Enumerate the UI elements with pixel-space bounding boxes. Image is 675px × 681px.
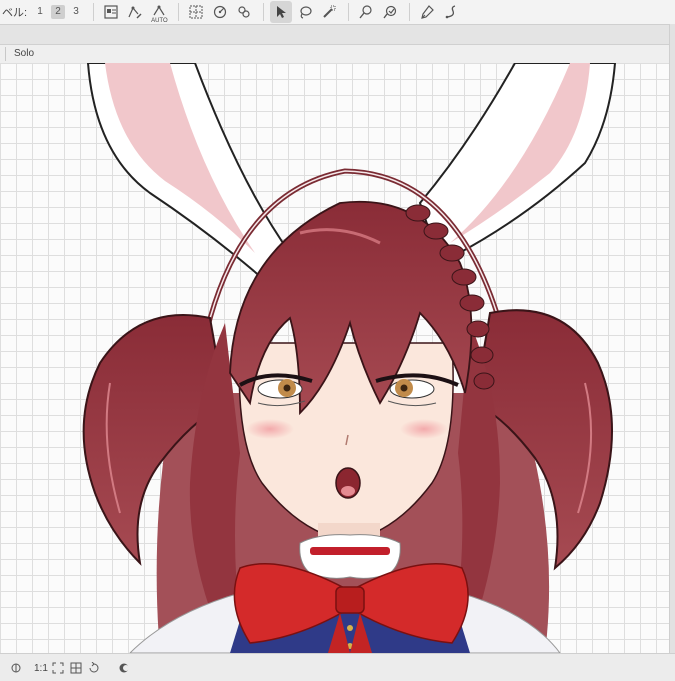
reset-view-icon[interactable] [88, 662, 100, 674]
auto-mesh-tool-button[interactable]: AUTO [148, 1, 170, 24]
brush-icon [323, 5, 336, 18]
right-scroll-edge[interactable] [669, 24, 675, 654]
pen-icon [421, 5, 434, 19]
glue-icon [238, 6, 250, 18]
toolbar-divider [263, 3, 265, 21]
toolbar-divider [93, 3, 95, 21]
deformer-tool-button[interactable] [185, 1, 207, 23]
curve-tool-button[interactable] [440, 1, 462, 23]
level-3-button[interactable]: 3 [69, 5, 83, 19]
display-toggle-icon[interactable] [118, 662, 130, 674]
toolbar: ベル: 1 2 3 AUTO [0, 0, 675, 25]
status-bar: 1:1 [0, 653, 675, 681]
pin-check-tool-button[interactable] [379, 1, 401, 23]
frilled-collar [299, 534, 401, 579]
mesh-pen-icon [128, 6, 142, 19]
deformer-grid-icon [189, 5, 203, 19]
brush-select-tool-button[interactable] [318, 1, 340, 23]
toolbar-divider [348, 3, 350, 21]
layers-icon [104, 5, 118, 19]
pen-tool-button[interactable] [416, 1, 438, 23]
grid-toggle-icon[interactable] [70, 662, 82, 674]
toolbar-band [0, 25, 675, 44]
lasso-tool-button[interactable] [294, 1, 316, 23]
view-panel-bar: Solo [0, 44, 675, 64]
glue-tool-button[interactable] [233, 1, 255, 23]
curve-hook-icon [445, 5, 456, 19]
choker [310, 547, 390, 555]
canvas-viewport[interactable] [0, 63, 675, 653]
solo-label: Solo [14, 48, 35, 59]
rotation-icon [213, 5, 227, 19]
mesh-edit-tool-button[interactable] [124, 1, 146, 23]
pin-check-icon [383, 5, 397, 19]
toolbar-divider [178, 3, 180, 21]
navigator-icon[interactable] [10, 662, 22, 674]
auto-tag: AUTO [151, 18, 168, 24]
right-blush [400, 419, 448, 439]
vest-button [347, 625, 353, 631]
level-2-button[interactable]: 2 [51, 5, 66, 19]
layer-panel-tool-button[interactable] [100, 1, 122, 23]
rotation-tool-button[interactable] [209, 1, 231, 23]
panel-grip[interactable] [5, 47, 6, 61]
toolbar-divider [409, 3, 411, 21]
zoom-ratio-text: 1:1 [34, 663, 48, 674]
cursor-arrow-icon [277, 6, 287, 18]
character-artwork [82, 63, 617, 653]
warp-pin-tool-button[interactable] [355, 1, 377, 23]
left-blush [246, 419, 294, 439]
level-1-button[interactable]: 1 [33, 5, 47, 19]
fit-screen-icon[interactable] [52, 662, 64, 674]
select-tool-button[interactable] [270, 1, 293, 23]
level-label: ベル: [2, 7, 28, 19]
lasso-icon [300, 6, 312, 19]
pin-curve-icon [359, 5, 372, 19]
